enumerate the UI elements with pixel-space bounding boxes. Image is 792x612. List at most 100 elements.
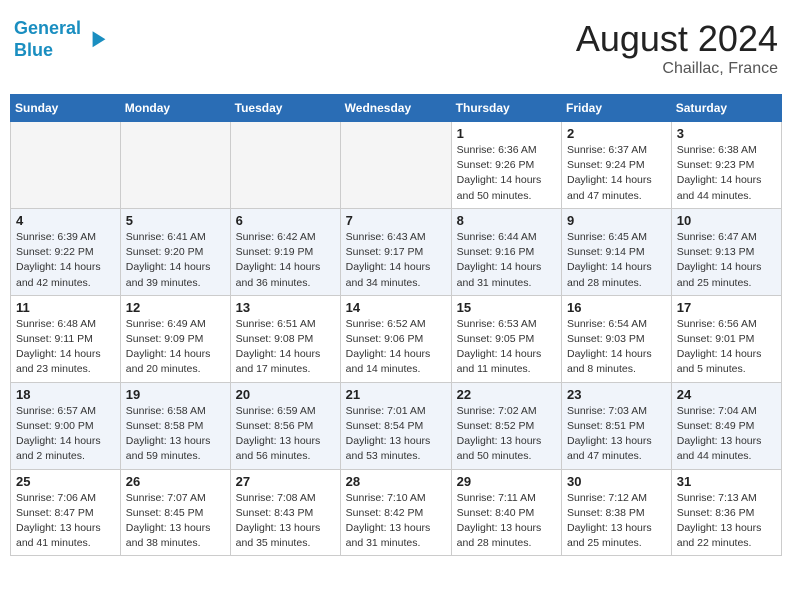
logo-text: GeneralBlue <box>14 18 81 61</box>
calendar-cell: 3 Sunrise: 6:38 AMSunset: 9:23 PMDaylight… <box>671 122 781 209</box>
day-number: 23 <box>567 387 666 402</box>
calendar-week-1: 1Sunrise: 6:36 AMSunset: 9:26 PMDaylight… <box>11 122 782 209</box>
day-number: 2 <box>567 126 666 141</box>
day-number: 30 <box>567 474 666 489</box>
day-info: Sunrise: 7:12 AMSunset: 8:38 PMDaylight:… <box>567 491 666 552</box>
calendar-week-5: 25 Sunrise: 7:06 AMSunset: 8:47 PMDayligh… <box>11 469 782 556</box>
calendar-cell: 6 Sunrise: 6:42 AMSunset: 9:19 PMDaylight… <box>230 208 340 295</box>
day-info: Sunrise: 6:37 AMSunset: 9:24 PMDaylight:… <box>567 143 666 204</box>
day-info: Sunrise: 6:44 AMSunset: 9:16 PMDaylight:… <box>457 230 556 291</box>
day-info: Sunrise: 7:04 AMSunset: 8:49 PMDaylight:… <box>677 404 776 465</box>
day-number: 20 <box>236 387 335 402</box>
day-number: 9 <box>567 213 666 228</box>
day-number: 4 <box>16 213 115 228</box>
day-info: Sunrise: 6:48 AMSunset: 9:11 PMDaylight:… <box>16 317 115 378</box>
calendar-cell: 1Sunrise: 6:36 AMSunset: 9:26 PMDaylight… <box>451 122 561 209</box>
day-number: 6 <box>236 213 335 228</box>
location-title: Chaillac, France <box>576 60 778 78</box>
calendar-cell: 26Sunrise: 7:07 AMSunset: 8:45 PMDayligh… <box>120 469 230 556</box>
calendar-cell: 29 Sunrise: 7:11 AMSunset: 8:40 PMDayligh… <box>451 469 561 556</box>
calendar-cell: 30 Sunrise: 7:12 AMSunset: 8:38 PMDayligh… <box>562 469 672 556</box>
calendar-cell: 31Sunrise: 7:13 AMSunset: 8:36 PMDayligh… <box>671 469 781 556</box>
day-number: 29 <box>457 474 556 489</box>
days-header-row: SundayMondayTuesdayWednesdayThursdayFrid… <box>11 95 782 122</box>
day-info: Sunrise: 6:59 AMSunset: 8:56 PMDaylight:… <box>236 404 335 465</box>
calendar-cell: 16 Sunrise: 6:54 AMSunset: 9:03 PMDayligh… <box>562 295 672 382</box>
calendar-cell <box>230 122 340 209</box>
calendar-cell <box>120 122 230 209</box>
calendar-cell: 20 Sunrise: 6:59 AMSunset: 8:56 PMDayligh… <box>230 382 340 469</box>
calendar-cell: 18 Sunrise: 6:57 AMSunset: 9:00 PMDayligh… <box>11 382 121 469</box>
day-header-monday: Monday <box>120 95 230 122</box>
day-info: Sunrise: 7:08 AMSunset: 8:43 PMDaylight:… <box>236 491 335 552</box>
day-info: Sunrise: 6:39 AMSunset: 9:22 PMDaylight:… <box>16 230 115 291</box>
day-header-sunday: Sunday <box>11 95 121 122</box>
month-title: August 2024 <box>576 18 778 60</box>
day-header-wednesday: Wednesday <box>340 95 451 122</box>
day-number: 3 <box>677 126 776 141</box>
day-number: 18 <box>16 387 115 402</box>
day-info: Sunrise: 6:56 AMSunset: 9:01 PMDaylight:… <box>677 317 776 378</box>
calendar-cell: 28 Sunrise: 7:10 AMSunset: 8:42 PMDayligh… <box>340 469 451 556</box>
calendar-cell: 4 Sunrise: 6:39 AMSunset: 9:22 PMDaylight… <box>11 208 121 295</box>
day-number: 12 <box>126 300 225 315</box>
calendar-table: SundayMondayTuesdayWednesdayThursdayFrid… <box>10 94 782 556</box>
calendar-week-3: 11 Sunrise: 6:48 AMSunset: 9:11 PMDayligh… <box>11 295 782 382</box>
day-info: Sunrise: 7:02 AMSunset: 8:52 PMDaylight:… <box>457 404 556 465</box>
day-info: Sunrise: 6:36 AMSunset: 9:26 PMDaylight:… <box>457 143 556 204</box>
logo: GeneralBlue <box>14 18 107 61</box>
calendar-cell: 11 Sunrise: 6:48 AMSunset: 9:11 PMDayligh… <box>11 295 121 382</box>
calendar-cell: 14 Sunrise: 6:52 AMSunset: 9:06 PMDayligh… <box>340 295 451 382</box>
page-header: GeneralBlue August 2024 Chaillac, France <box>10 10 782 86</box>
calendar-cell: 22Sunrise: 7:02 AMSunset: 8:52 PMDayligh… <box>451 382 561 469</box>
calendar-week-2: 4 Sunrise: 6:39 AMSunset: 9:22 PMDaylight… <box>11 208 782 295</box>
calendar-cell <box>340 122 451 209</box>
calendar-cell: 17Sunrise: 6:56 AMSunset: 9:01 PMDayligh… <box>671 295 781 382</box>
day-header-friday: Friday <box>562 95 672 122</box>
day-info: Sunrise: 6:42 AMSunset: 9:19 PMDaylight:… <box>236 230 335 291</box>
day-number: 13 <box>236 300 335 315</box>
day-info: Sunrise: 7:03 AMSunset: 8:51 PMDaylight:… <box>567 404 666 465</box>
calendar-cell: 5Sunrise: 6:41 AMSunset: 9:20 PMDaylight… <box>120 208 230 295</box>
day-number: 28 <box>346 474 446 489</box>
day-info: Sunrise: 6:54 AMSunset: 9:03 PMDaylight:… <box>567 317 666 378</box>
day-info: Sunrise: 7:06 AMSunset: 8:47 PMDaylight:… <box>16 491 115 552</box>
day-info: Sunrise: 6:52 AMSunset: 9:06 PMDaylight:… <box>346 317 446 378</box>
day-info: Sunrise: 6:58 AMSunset: 8:58 PMDaylight:… <box>126 404 225 465</box>
calendar-cell: 13 Sunrise: 6:51 AMSunset: 9:08 PMDayligh… <box>230 295 340 382</box>
logo-icon <box>83 28 107 52</box>
day-number: 16 <box>567 300 666 315</box>
day-info: Sunrise: 6:47 AMSunset: 9:13 PMDaylight:… <box>677 230 776 291</box>
day-header-thursday: Thursday <box>451 95 561 122</box>
calendar-cell: 19 Sunrise: 6:58 AMSunset: 8:58 PMDayligh… <box>120 382 230 469</box>
day-info: Sunrise: 6:41 AMSunset: 9:20 PMDaylight:… <box>126 230 225 291</box>
calendar-cell: 21Sunrise: 7:01 AMSunset: 8:54 PMDayligh… <box>340 382 451 469</box>
day-number: 10 <box>677 213 776 228</box>
day-info: Sunrise: 6:57 AMSunset: 9:00 PMDaylight:… <box>16 404 115 465</box>
day-header-saturday: Saturday <box>671 95 781 122</box>
calendar-cell: 15Sunrise: 6:53 AMSunset: 9:05 PMDayligh… <box>451 295 561 382</box>
day-number: 24 <box>677 387 776 402</box>
calendar-cell <box>11 122 121 209</box>
day-number: 25 <box>16 474 115 489</box>
day-number: 14 <box>346 300 446 315</box>
day-header-tuesday: Tuesday <box>230 95 340 122</box>
day-info: Sunrise: 6:38 AMSunset: 9:23 PMDaylight:… <box>677 143 776 204</box>
day-info: Sunrise: 7:07 AMSunset: 8:45 PMDaylight:… <box>126 491 225 552</box>
calendar-cell: 2 Sunrise: 6:37 AMSunset: 9:24 PMDaylight… <box>562 122 672 209</box>
day-number: 19 <box>126 387 225 402</box>
day-number: 11 <box>16 300 115 315</box>
day-info: Sunrise: 7:11 AMSunset: 8:40 PMDaylight:… <box>457 491 556 552</box>
title-area: August 2024 Chaillac, France <box>576 18 778 78</box>
day-info: Sunrise: 7:01 AMSunset: 8:54 PMDaylight:… <box>346 404 446 465</box>
day-info: Sunrise: 7:13 AMSunset: 8:36 PMDaylight:… <box>677 491 776 552</box>
day-number: 27 <box>236 474 335 489</box>
calendar-cell: 9Sunrise: 6:45 AMSunset: 9:14 PMDaylight… <box>562 208 672 295</box>
calendar-week-4: 18 Sunrise: 6:57 AMSunset: 9:00 PMDayligh… <box>11 382 782 469</box>
day-number: 7 <box>346 213 446 228</box>
calendar-cell: 24 Sunrise: 7:04 AMSunset: 8:49 PMDayligh… <box>671 382 781 469</box>
calendar-cell: 12Sunrise: 6:49 AMSunset: 9:09 PMDayligh… <box>120 295 230 382</box>
day-info: Sunrise: 6:51 AMSunset: 9:08 PMDaylight:… <box>236 317 335 378</box>
calendar-cell: 23 Sunrise: 7:03 AMSunset: 8:51 PMDayligh… <box>562 382 672 469</box>
day-info: Sunrise: 7:10 AMSunset: 8:42 PMDaylight:… <box>346 491 446 552</box>
